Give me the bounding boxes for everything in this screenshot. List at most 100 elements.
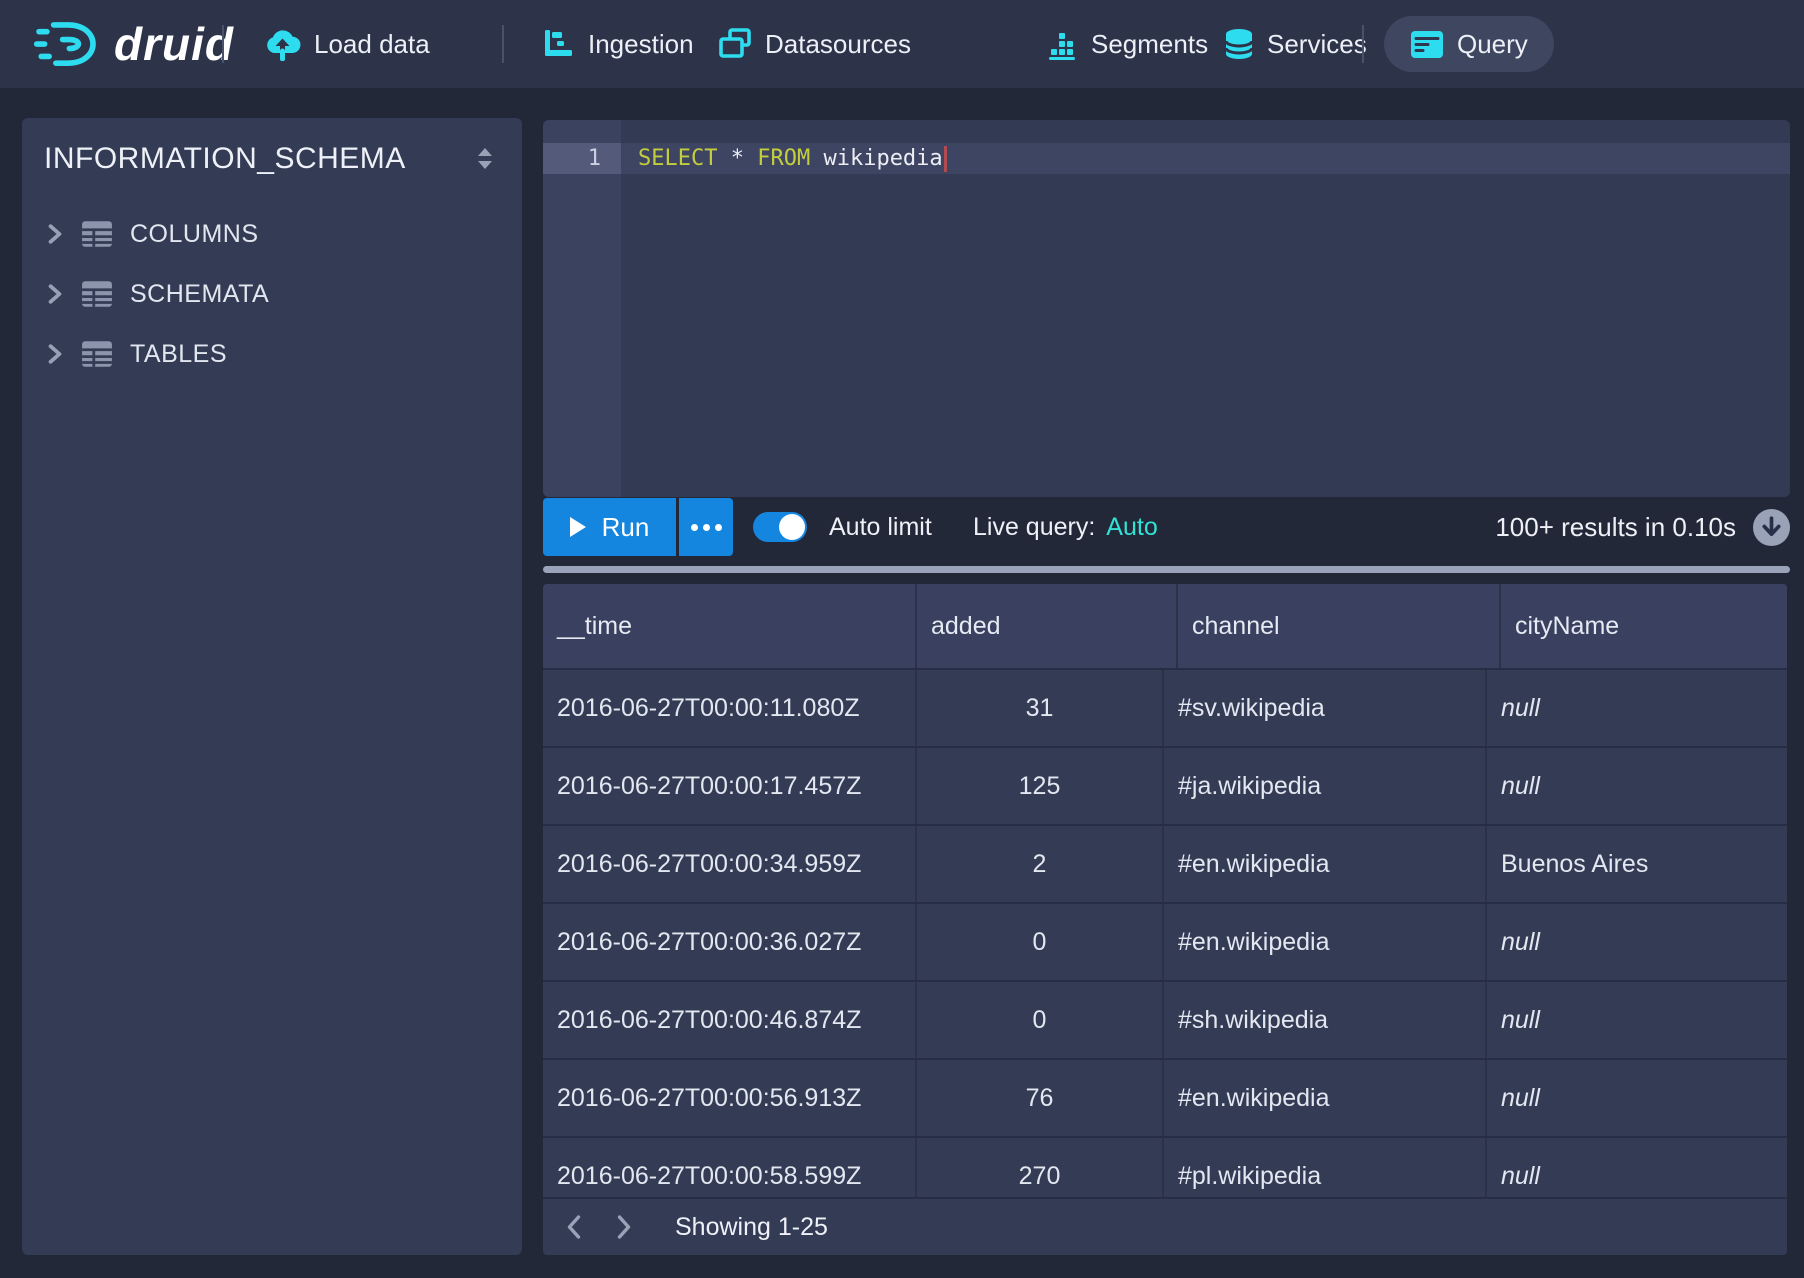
sidebar-item-label: COLUMNS [130,220,259,249]
table-cell[interactable]: 2016-06-27T00:00:34.959Z [543,826,917,902]
table-row: 2016-06-27T00:00:11.080Z31#sv.wikipedian… [543,670,1787,748]
horizontal-scrollbar[interactable] [543,566,1790,573]
schema-title: INFORMATION_SCHEMA [44,142,406,176]
live-query-control: Live query: Auto [973,497,1158,557]
results-footer: Showing 1-25 [543,1197,1787,1255]
brand[interactable]: druid [34,0,234,88]
table-cell[interactable]: #en.wikipedia [1164,826,1487,902]
table-icon [81,280,113,308]
results-table: __time added channel cityName comment 20… [543,584,1787,1255]
chevron-right-icon [616,1214,633,1240]
nav-item-label: Load data [314,29,430,60]
table-row: 2016-06-27T00:00:46.874Z0#sh.wikipedianu… [543,982,1787,1060]
console-icon [1410,30,1444,59]
run-more-button[interactable] [679,498,733,556]
download-icon [1753,509,1790,546]
results-body: 2016-06-27T00:00:11.080Z31#sv.wikipedian… [543,670,1787,1216]
sidebar-item-tables[interactable]: TABLES [22,324,522,384]
prev-page-button[interactable] [565,1214,582,1240]
nav-item-query[interactable]: Query [1384,16,1554,72]
table-cell[interactable]: 76 [917,1060,1164,1136]
nav-item-segments[interactable]: Segments [1046,0,1208,88]
table-cell[interactable]: null [1487,904,1787,980]
nav-divider [502,25,504,63]
druid-console: druid Load data Ingestion [0,0,1804,1278]
top-navbar: druid Load data Ingestion [0,0,1804,88]
sidebar-item-label: TABLES [130,340,227,369]
table-cell[interactable]: 0 [917,904,1164,980]
nav-divider [1362,25,1364,63]
editor-gutter: 1 [543,120,621,497]
table-cell[interactable]: null [1487,748,1787,824]
table-cell[interactable]: 2016-06-27T00:00:46.874Z [543,982,917,1058]
database-icon [1224,27,1254,61]
live-query-value[interactable]: Auto [1106,513,1157,542]
cloud-upload-icon [264,27,301,61]
nav-item-label: Datasources [765,29,911,60]
nav-item-ingestion[interactable]: Ingestion [543,0,694,88]
sql-text: wikipedia [810,146,942,171]
column-header[interactable]: channel [1178,584,1501,668]
more-icon [703,524,710,531]
table-icon [81,220,113,248]
sql-code-line[interactable]: SELECT * FROM wikipedia [638,143,947,174]
run-button[interactable]: Run [543,498,676,556]
run-button-label: Run [602,512,650,543]
table-cell[interactable]: 31 [917,670,1164,746]
chevron-right-icon [46,344,64,364]
nav-item-label: Query [1457,29,1528,60]
gantt-chart-icon [543,28,575,60]
run-bar: Run Auto limit Live query: Auto 100+ res… [543,497,1790,557]
table-cell[interactable]: 125 [917,748,1164,824]
table-cell[interactable]: 2016-06-27T00:00:11.080Z [543,670,917,746]
table-cell[interactable]: 2016-06-27T00:00:17.457Z [543,748,917,824]
schema-sidebar: INFORMATION_SCHEMA [22,118,522,1255]
nav-item-datasources[interactable]: Datasources [718,0,911,88]
auto-limit-switch[interactable]: Auto limit [753,497,932,557]
line-number: 1 [588,143,601,174]
table-cell[interactable]: #ja.wikipedia [1164,748,1487,824]
sort-button[interactable] [474,146,496,172]
bar-chart-icon [1046,28,1078,60]
nav-item-label: Segments [1091,29,1208,60]
live-query-label: Live query: [973,513,1095,542]
table-cell[interactable]: #sh.wikipedia [1164,982,1487,1058]
column-header[interactable]: added [917,584,1178,668]
more-icon [691,524,698,531]
column-header[interactable]: __time [543,584,917,668]
table-cell[interactable]: Buenos Aires [1487,826,1787,902]
table-cell[interactable]: 2 [917,826,1164,902]
table-cell[interactable]: null [1487,670,1787,746]
next-page-button[interactable] [616,1214,633,1240]
table-cell[interactable]: null [1487,1060,1787,1136]
table-row: 2016-06-27T00:00:17.457Z125#ja.wikipedia… [543,748,1787,826]
nav-item-label: Ingestion [588,29,694,60]
sidebar-item-columns[interactable]: COLUMNS [22,204,522,264]
nav-item-services[interactable]: Services [1224,0,1367,88]
table-cell[interactable]: #en.wikipedia [1164,1060,1487,1136]
table-cell[interactable]: 0 [917,982,1164,1058]
table-row: 2016-06-27T00:00:36.027Z0#en.wikipedianu… [543,904,1787,982]
double-caret-icon [474,146,496,172]
table-cell[interactable]: null [1487,982,1787,1058]
sql-text: * [717,146,757,171]
chevron-right-icon [46,284,64,304]
sql-keyword: SELECT [638,146,717,171]
toggle-on-icon [753,512,807,542]
text-cursor [944,146,947,172]
table-cell[interactable]: 2016-06-27T00:00:36.027Z [543,904,917,980]
table-cell[interactable]: #en.wikipedia [1164,904,1487,980]
sidebar-item-schemata[interactable]: SCHEMATA [22,264,522,324]
table-cell[interactable]: 2016-06-27T00:00:56.913Z [543,1060,917,1136]
download-button[interactable] [1753,509,1790,546]
druid-logo-icon [34,17,98,71]
table-cell[interactable]: #sv.wikipedia [1164,670,1487,746]
auto-limit-label: Auto limit [829,513,932,542]
more-icon [715,524,722,531]
column-header[interactable]: cityName [1501,584,1787,668]
stacked-squares-icon [718,28,752,60]
nav-item-load-data[interactable]: Load data [264,0,430,88]
sql-editor[interactable]: 1 SELECT * FROM wikipedia [543,120,1790,497]
results-summary-text: 100+ results in 0.10s [1495,512,1736,543]
sidebar-item-label: SCHEMATA [130,280,269,309]
